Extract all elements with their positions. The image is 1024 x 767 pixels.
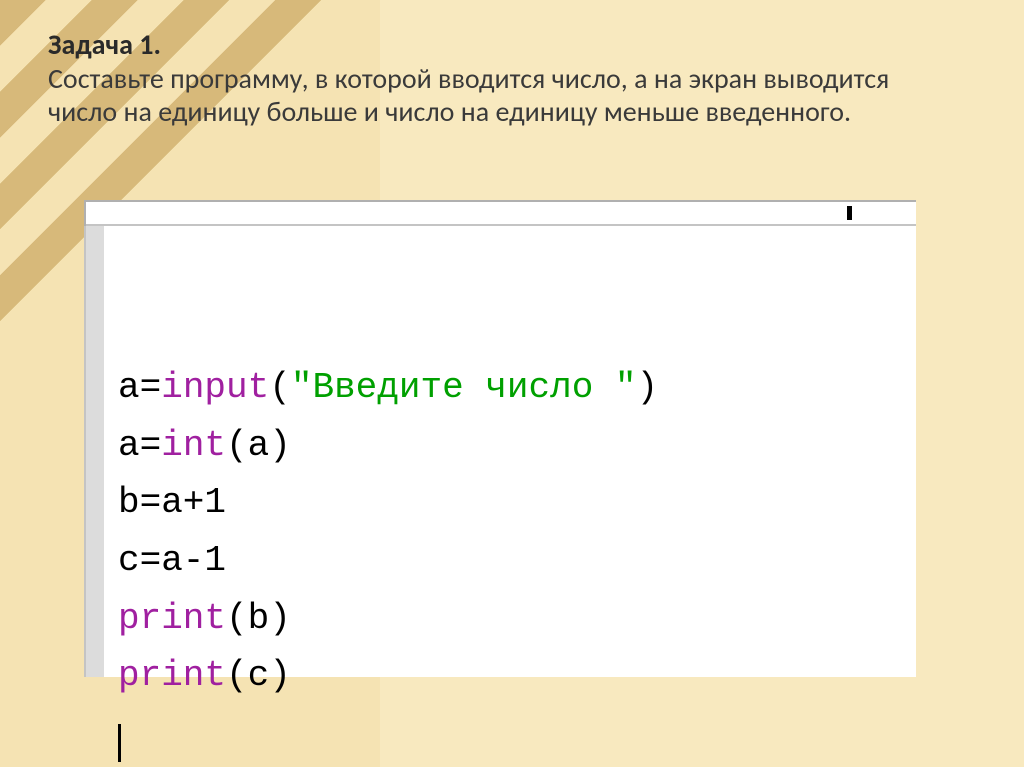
code-top-strip [86, 202, 916, 226]
token-var: a [118, 367, 140, 408]
task-title: Задача 1. [48, 27, 161, 62]
token-var: a [118, 425, 140, 466]
token-paren: ) [269, 655, 291, 696]
token-var: c [248, 655, 270, 696]
token-paren: ) [269, 425, 291, 466]
code-screenshot: a=input("Введите число ") a=int(a) b=a+1… [84, 200, 916, 677]
slide: Задача 1. Составьте программу, в которой… [0, 0, 1024, 767]
token-line: b=a+1 [118, 482, 226, 523]
caret-mark [847, 206, 852, 220]
code-area: a=input("Введите число ") a=int(a) b=a+1… [104, 226, 916, 677]
token-paren: ( [226, 425, 248, 466]
task-text-block: Задача 1. Составьте программу, в которой… [48, 28, 964, 129]
text-cursor [118, 724, 121, 762]
token-var: a [248, 425, 270, 466]
code-line-4: c=a-1 [118, 540, 226, 581]
token-func: input [161, 367, 269, 408]
token-line: c=a-1 [118, 540, 226, 581]
code-line-3: b=a+1 [118, 482, 226, 523]
gutter-divider [84, 226, 86, 677]
token-func: print [118, 655, 226, 696]
token-var: b [248, 598, 270, 639]
token-paren: ) [637, 367, 659, 408]
token-op: = [140, 425, 162, 466]
code-line-5: print(b) [118, 598, 291, 639]
token-func: int [161, 425, 226, 466]
token-op: = [140, 367, 162, 408]
task-body: Составьте программу, в которой вводится … [48, 61, 889, 130]
token-paren: ( [226, 598, 248, 639]
token-paren: ( [226, 655, 248, 696]
token-string: "Введите число " [291, 367, 637, 408]
code-line-6: print(c) [118, 655, 291, 696]
token-func: print [118, 598, 226, 639]
code-line-2: a=int(a) [118, 425, 291, 466]
token-paren: ( [269, 367, 291, 408]
token-paren: ) [269, 598, 291, 639]
code-line-1: a=input("Введите число ") [118, 367, 658, 408]
